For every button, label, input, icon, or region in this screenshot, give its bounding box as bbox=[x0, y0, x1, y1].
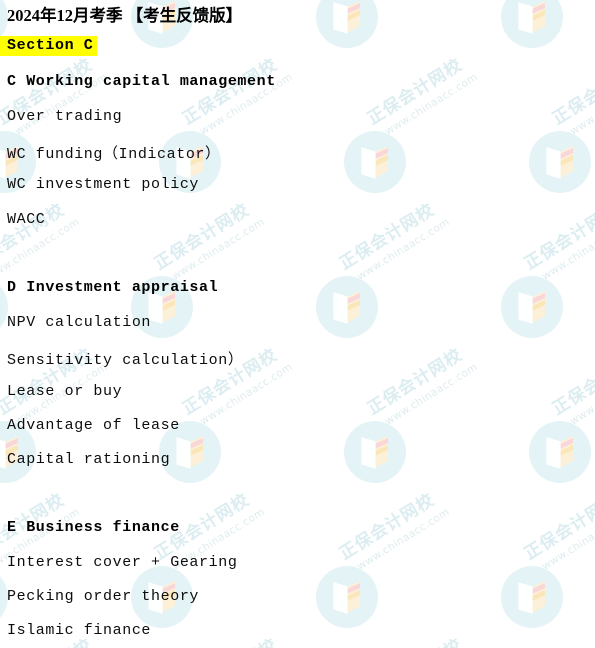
open-book-icon bbox=[333, 1, 360, 34]
watermark-logo bbox=[316, 0, 378, 48]
watermark-text: 正保会计网校www.chinaacc.com bbox=[176, 627, 294, 648]
watermark-text: 正保会计网校www.chinaacc.com bbox=[518, 192, 595, 287]
watermark-brand-cn: 正保会计网校 bbox=[521, 490, 595, 565]
watermark-text: 正保会计网校www.chinaacc.com bbox=[148, 192, 267, 287]
section-label: Section C bbox=[0, 36, 98, 56]
watermark-logo bbox=[344, 421, 406, 483]
watermark-tile: 正保会计网校www.chinaacc.com bbox=[495, 0, 595, 80]
watermark-text: 正保会计网校www.chinaacc.com bbox=[361, 337, 480, 432]
watermark-brand-cn: 正保会计网校 bbox=[549, 55, 595, 130]
watermark-brand-url: www.chinaacc.com bbox=[383, 360, 480, 428]
watermark-logo bbox=[501, 566, 563, 628]
watermark-brand-cn: 正保会计网校 bbox=[0, 200, 69, 275]
topic-line: WC funding（Indicator） bbox=[7, 146, 221, 163]
watermark-brand-cn: 正保会计网校 bbox=[336, 200, 439, 275]
topic-line: Capital rationing bbox=[7, 451, 171, 468]
open-book-icon bbox=[361, 146, 388, 179]
open-book-icon bbox=[546, 436, 573, 469]
watermark-brand-url: www.chinaacc.com bbox=[355, 505, 452, 573]
watermark-logo bbox=[529, 131, 591, 193]
watermark-logo bbox=[501, 276, 563, 338]
watermark-brand-cn: 正保会计网校 bbox=[521, 200, 595, 275]
watermark-tile: 正保会计网校www.chinaacc.com bbox=[523, 55, 595, 225]
watermark-brand-url: www.chinaacc.com bbox=[540, 215, 595, 283]
watermark-tile: 正保会计网校www.chinaacc.com bbox=[523, 345, 595, 515]
topic-line: WC investment policy bbox=[7, 176, 200, 193]
watermark-text: 正保会计网校www.chinaacc.com bbox=[546, 337, 595, 432]
watermark-tile: 正保会计网校www.chinaacc.com bbox=[153, 345, 323, 515]
topic-line: Advantage of lease bbox=[7, 417, 180, 434]
watermark-text: 正保会计网校www.chinaacc.com bbox=[333, 192, 452, 287]
topic-line: NPV calculation bbox=[7, 314, 152, 331]
watermark-brand-url: www.chinaacc.com bbox=[198, 360, 295, 428]
watermark-brand-url: www.chinaacc.com bbox=[540, 505, 595, 573]
open-book-icon bbox=[176, 436, 203, 469]
open-book-icon bbox=[333, 291, 360, 324]
watermark-text: 正保会计网校www.chinaacc.com bbox=[0, 47, 110, 142]
open-book-icon bbox=[361, 436, 388, 469]
topic-line: Sensitivity calculation） bbox=[7, 352, 244, 369]
topic-line: Pecking order theory bbox=[7, 588, 200, 605]
topic-line: WACC bbox=[7, 211, 46, 228]
section-heading: C Working capital management bbox=[7, 73, 276, 90]
watermark-brand-url: www.chinaacc.com bbox=[568, 360, 595, 428]
watermark-brand-url: www.chinaacc.com bbox=[170, 215, 267, 283]
watermark-text: 正保会计网校www.chinaacc.com bbox=[361, 47, 480, 142]
watermark-logo bbox=[344, 131, 406, 193]
open-book-icon bbox=[518, 291, 545, 324]
open-book-icon bbox=[546, 146, 573, 179]
watermark-brand-cn: 正保会计网校 bbox=[549, 345, 595, 420]
topic-line: Interest cover + Gearing bbox=[7, 554, 238, 571]
watermark-tile: 正保会计网校www.chinaacc.com bbox=[338, 55, 508, 225]
open-book-icon bbox=[333, 581, 360, 614]
watermark-logo bbox=[501, 0, 563, 48]
watermark-brand-cn: 正保会计网校 bbox=[151, 200, 254, 275]
topic-line: Over trading bbox=[7, 108, 123, 125]
watermark-brand-url: www.chinaacc.com bbox=[568, 70, 595, 138]
topic-line: Islamic finance bbox=[7, 622, 152, 639]
watermark-text: 正保会计网校www.chinaacc.com bbox=[0, 192, 82, 287]
open-book-icon bbox=[518, 581, 545, 614]
watermark-brand-cn: 正保会计网校 bbox=[176, 627, 287, 648]
watermark-brand-cn: 正保会计网校 bbox=[336, 490, 439, 565]
watermark-tile: 正保会计网校www.chinaacc.com bbox=[310, 200, 480, 370]
watermark-logo bbox=[316, 566, 378, 628]
open-book-icon bbox=[518, 1, 545, 34]
watermark-logo bbox=[529, 421, 591, 483]
watermark-tile: 正保会计网校www.chinaacc.com bbox=[495, 490, 595, 648]
watermark-text: 正保会计网校www.chinaacc.com bbox=[176, 47, 295, 142]
watermark-logo bbox=[316, 276, 378, 338]
watermark-text: 正保会计网校www.chinaacc.com bbox=[546, 47, 595, 142]
watermark-tile: 正保会计网校www.chinaacc.com bbox=[310, 0, 480, 80]
watermark-brand-url: www.chinaacc.com bbox=[355, 215, 452, 283]
watermark-text: 正保会计网校www.chinaacc.com bbox=[518, 482, 595, 577]
section-heading: D Investment appraisal bbox=[7, 279, 219, 296]
topic-line: Lease or buy bbox=[7, 383, 123, 400]
watermark-text: 正保会计网校www.chinaacc.com bbox=[333, 482, 452, 577]
watermark-brand-cn: 正保会计网校 bbox=[361, 627, 472, 648]
watermark-brand-url: www.chinaacc.com bbox=[383, 70, 480, 138]
watermark-tile: 正保会计网校www.chinaacc.com bbox=[338, 345, 508, 515]
watermark-brand-cn: 正保会计网校 bbox=[546, 627, 595, 648]
watermark-tile: 正保会计网校www.chinaacc.com bbox=[310, 490, 480, 648]
watermark-text: 正保会计网校www.chinaacc.com bbox=[361, 627, 479, 648]
watermark-brand-cn: 正保会计网校 bbox=[364, 55, 467, 130]
section-heading: E Business finance bbox=[7, 519, 180, 536]
watermark-text: 正保会计网校www.chinaacc.com bbox=[546, 627, 595, 648]
document-title: 2024年12月考季 【考生反馈版】 bbox=[7, 6, 243, 25]
watermark-tile: 正保会计网校www.chinaacc.com bbox=[495, 200, 595, 370]
watermark-brand-cn: 正保会计网校 bbox=[364, 345, 467, 420]
